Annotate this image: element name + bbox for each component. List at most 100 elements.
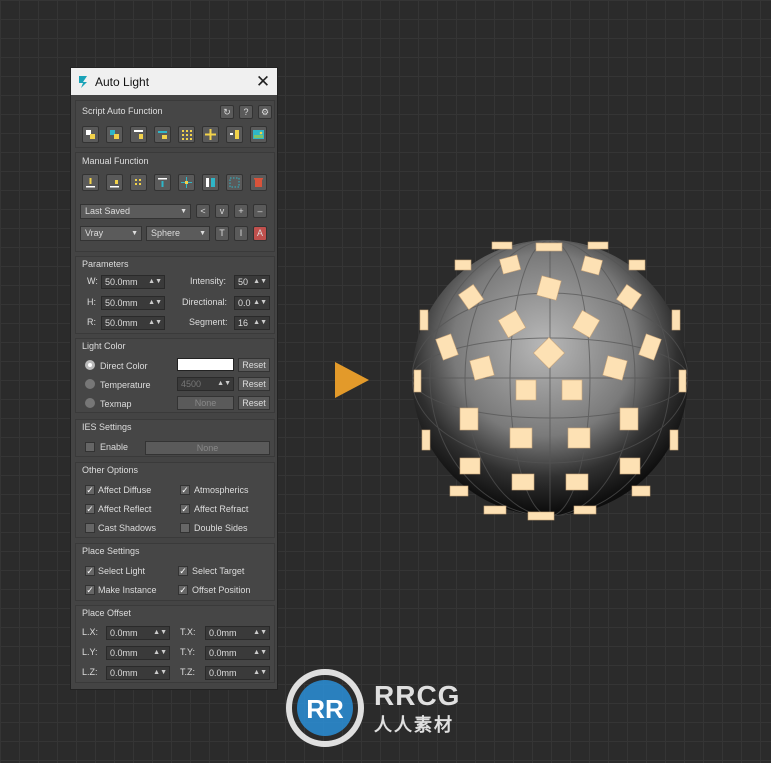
auto-light-btn-3[interactable] — [130, 126, 147, 143]
renderer-dropdown[interactable]: Vray ▼ — [80, 226, 142, 241]
auto-light-btn-7[interactable] — [226, 126, 243, 143]
spinner-arrows-icon: ▲▼ — [253, 319, 267, 326]
tx-spinner[interactable]: 0.0mm ▲▼ — [205, 626, 270, 640]
ies-settings-label: IES Settings — [82, 422, 132, 432]
chevron-down-icon: ▼ — [131, 230, 138, 237]
image-icon[interactable] — [250, 126, 267, 143]
segment-label: Segment: — [189, 317, 228, 327]
intensity-spinner[interactable]: 50 ▲▼ — [234, 275, 270, 289]
directional-spinner[interactable]: 0.0 ▲▼ — [234, 296, 270, 310]
ly-label: L.Y: — [82, 647, 98, 657]
affect-refract-checkbox[interactable]: ✓ — [180, 504, 190, 514]
double-sides-checkbox[interactable] — [180, 523, 190, 533]
reset-temperature-button[interactable]: Reset — [238, 377, 270, 391]
auto-light-btn-2[interactable] — [106, 126, 123, 143]
temperature-label: Temperature — [100, 380, 151, 390]
radius-label: R: — [87, 317, 96, 327]
ly-spinner[interactable]: 0.0mm ▲▼ — [106, 646, 170, 660]
lz-label: L.Z: — [82, 667, 98, 677]
settings-icon[interactable]: ⚙ — [258, 105, 272, 119]
temperature-radio[interactable] — [85, 379, 95, 389]
shape-dropdown[interactable]: Sphere ▼ — [146, 226, 210, 241]
mode-t-button[interactable]: T — [215, 226, 229, 241]
parameters-group: Parameters W: 50.0mm ▲▼ H: 50.0mm ▲▼ R: 50… — [75, 256, 275, 334]
mode-a-button[interactable]: A — [253, 226, 267, 241]
help-icon[interactable]: ? — [239, 105, 253, 119]
manual-btn-6[interactable] — [202, 174, 219, 191]
preset-dropdown[interactable]: Last Saved ▼ — [80, 204, 191, 219]
make-instance-checkbox[interactable]: ✓ — [85, 585, 95, 595]
lx-spinner[interactable]: 0.0mm ▲▼ — [106, 626, 170, 640]
auto-light-panel: Auto Light ✕ Script Auto Function ↻ ? ⚙ … — [70, 67, 278, 690]
texmap-button[interactable]: None — [177, 396, 234, 410]
width-spinner[interactable]: 50.0mm ▲▼ — [101, 275, 165, 289]
ty-spinner[interactable]: 0.0mm ▲▼ — [205, 646, 270, 660]
temperature-spinner[interactable]: 4500 ▲▼ — [177, 377, 234, 391]
next-preset-button[interactable]: v — [215, 204, 229, 218]
other-options-group: Other Options ✓ Affect Diffuse ✓ Atmosph… — [75, 462, 275, 538]
chevron-down-icon: ▼ — [180, 208, 187, 215]
manual-btn-3[interactable] — [130, 174, 147, 191]
spinner-arrows-icon: ▲▼ — [148, 319, 162, 326]
select-light-checkbox[interactable]: ✓ — [85, 566, 95, 576]
other-options-label: Other Options — [82, 465, 139, 475]
close-icon[interactable]: ✕ — [255, 73, 271, 90]
tz-spinner[interactable]: 0.0mm ▲▼ — [205, 666, 270, 680]
ies-enable-checkbox[interactable] — [85, 442, 95, 452]
segment-spinner[interactable]: 16 ▲▼ — [234, 316, 270, 330]
reset-texmap-button[interactable]: Reset — [238, 396, 270, 410]
prev-preset-button[interactable]: < — [196, 204, 210, 218]
auto-light-btn-1[interactable] — [82, 126, 99, 143]
auto-light-btn-5[interactable] — [178, 126, 195, 143]
tz-value: 0.0mm — [209, 668, 237, 678]
ies-file-button[interactable]: None — [145, 441, 270, 455]
renderer-value: Vray — [85, 228, 104, 238]
manual-function-group: Manual Function Last Saved ▼ < v + – Vray… — [75, 152, 275, 252]
script-auto-label: Script Auto Function — [82, 106, 163, 116]
make-instance-label: Make Instance — [98, 585, 157, 595]
cast-shadows-checkbox[interactable] — [85, 523, 95, 533]
tx-value: 0.0mm — [209, 628, 237, 638]
offset-position-checkbox[interactable]: ✓ — [178, 585, 188, 595]
spinner-arrows-icon: ▲▼ — [153, 629, 167, 636]
segment-value: 16 — [238, 318, 249, 328]
preset-value: Last Saved — [85, 206, 131, 216]
color-swatch[interactable] — [177, 358, 234, 371]
play-arrow-icon — [335, 362, 369, 398]
direct-color-radio[interactable] — [85, 360, 95, 370]
atmospherics-checkbox[interactable]: ✓ — [180, 485, 190, 495]
affect-reflect-checkbox[interactable]: ✓ — [85, 504, 95, 514]
manual-btn-7[interactable] — [226, 174, 243, 191]
manual-btn-1[interactable] — [82, 174, 99, 191]
affect-refract-label: Affect Refract — [194, 504, 249, 514]
auto-light-btn-4[interactable] — [154, 126, 171, 143]
place-settings-label: Place Settings — [82, 546, 140, 556]
manual-btn-5[interactable] — [178, 174, 195, 191]
lz-spinner[interactable]: 0.0mm ▲▼ — [106, 666, 170, 680]
reset-color-button[interactable]: Reset — [238, 358, 270, 372]
remove-preset-button[interactable]: – — [253, 204, 267, 218]
add-light-btn[interactable] — [202, 126, 219, 143]
refresh-icon[interactable]: ↻ — [220, 105, 234, 119]
mode-i-button[interactable]: I — [234, 226, 248, 241]
chevron-down-icon: ▼ — [199, 230, 206, 237]
add-preset-button[interactable]: + — [234, 204, 248, 218]
offset-position-label: Offset Position — [192, 585, 251, 595]
lz-value: 0.0mm — [110, 668, 138, 678]
shape-value: Sphere — [151, 228, 181, 238]
svg-text:RR: RR — [306, 694, 344, 724]
parameters-label: Parameters — [82, 259, 129, 269]
ty-label: T.Y: — [180, 647, 196, 657]
delete-icon[interactable] — [250, 174, 267, 191]
manual-btn-2[interactable] — [106, 174, 123, 191]
texmap-radio[interactable] — [85, 398, 95, 408]
lx-value: 0.0mm — [110, 628, 138, 638]
spinner-arrows-icon: ▲▼ — [253, 299, 267, 306]
radius-spinner[interactable]: 50.0mm ▲▼ — [101, 316, 165, 330]
window-title: Auto Light — [95, 74, 150, 89]
affect-diffuse-checkbox[interactable]: ✓ — [85, 485, 95, 495]
manual-btn-4[interactable] — [154, 174, 171, 191]
tz-label: T.Z: — [180, 667, 195, 677]
select-target-checkbox[interactable]: ✓ — [178, 566, 188, 576]
height-spinner[interactable]: 50.0mm ▲▼ — [101, 296, 165, 310]
